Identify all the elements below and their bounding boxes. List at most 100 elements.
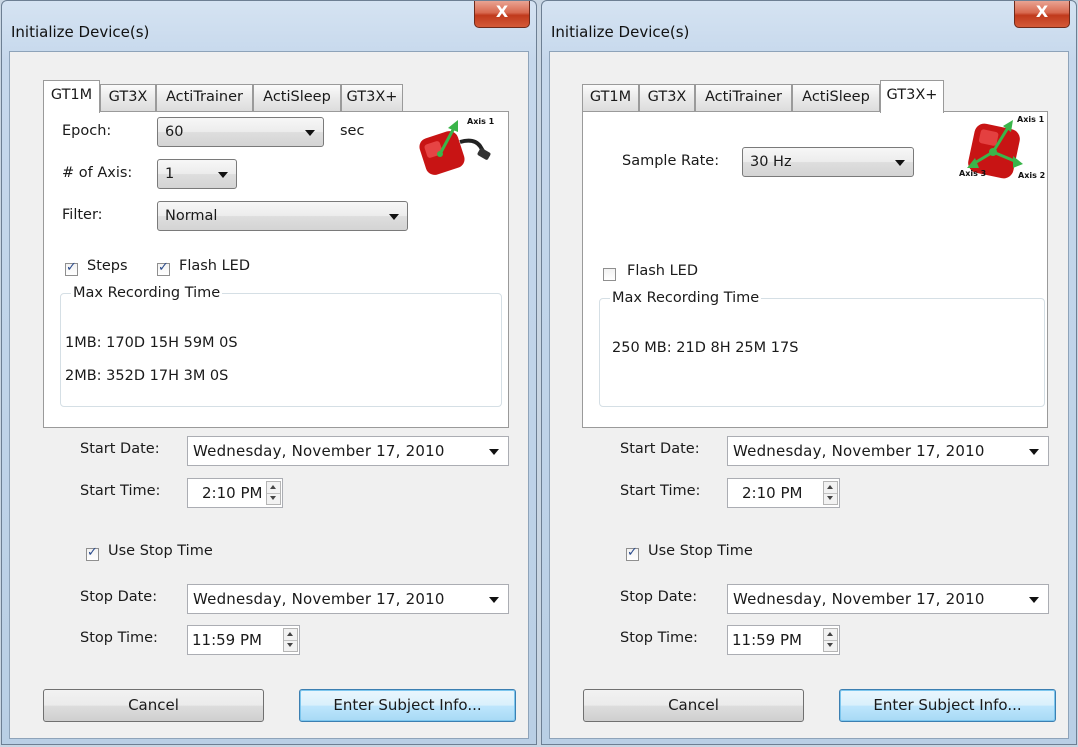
title-bar[interactable]: Initialize Device(s) X: [542, 1, 1076, 51]
axis1-label: Axis 1: [467, 117, 495, 126]
enter-subject-info-button[interactable]: Enter Subject Info...: [839, 689, 1056, 722]
close-icon: X: [1035, 2, 1049, 21]
tab-gt3x[interactable]: GT3X: [639, 84, 695, 111]
start-date-label: Start Date:: [620, 441, 700, 457]
filter-value: Normal: [165, 208, 218, 224]
epoch-value: 60: [165, 124, 184, 140]
dialog-body: GT1M GT3X ActiTrainer ActiSleep GT3X+ Sa…: [549, 51, 1069, 739]
gt1m-settings-panel: Epoch: 60 sec Axis 1 # of Axis: 1 Filter…: [43, 111, 509, 428]
start-date-value: Wednesday, November 17, 2010: [193, 442, 445, 460]
initialize-dialog-gt3x-plus: Initialize Device(s) X GT1M GT3X ActiTra…: [541, 0, 1077, 745]
axis-label: # of Axis:: [62, 165, 133, 181]
axis-value: 1: [165, 166, 175, 182]
flash-led-label: Flash LED: [627, 263, 699, 279]
stop-time-picker[interactable]: 11:59 PM: [727, 625, 840, 655]
stop-date-label: Stop Date:: [620, 589, 698, 605]
max-recording-legend: Max Recording Time: [612, 290, 760, 306]
use-stop-time-checkbox[interactable]: [626, 545, 639, 561]
chevron-down-icon: [218, 172, 228, 178]
tab-gt3x-plus[interactable]: GT3X+: [880, 80, 944, 113]
tab-gt1m[interactable]: GT1M: [43, 80, 100, 113]
gt3x-plus-settings-panel: Sample Rate: 30 Hz Axis 1 Axis 2 Axis 3: [582, 111, 1048, 428]
recording-250mb: 250 MB: 21D 8H 25M 17S: [612, 340, 799, 356]
time-spinner[interactable]: [283, 628, 298, 652]
chevron-down-icon: [305, 130, 315, 136]
sample-rate-value: 30 Hz: [750, 154, 792, 170]
stop-date-picker[interactable]: Wednesday, November 17, 2010: [187, 584, 509, 614]
stop-date-value: Wednesday, November 17, 2010: [193, 590, 445, 608]
recording-1mb: 1MB: 170D 15H 59M 0S: [65, 335, 238, 351]
use-stop-time-label: Use Stop Time: [108, 543, 213, 559]
epoch-label: Epoch:: [62, 123, 112, 139]
stop-time-picker[interactable]: 11:59 PM: [187, 625, 300, 655]
start-date-value: Wednesday, November 17, 2010: [733, 442, 985, 460]
tab-actitrainer[interactable]: ActiTrainer: [156, 84, 253, 111]
spin-down-icon[interactable]: [267, 493, 280, 504]
start-time-label: Start Time:: [80, 483, 161, 499]
axis2-label: Axis 2: [1018, 171, 1045, 180]
stop-time-value: 11:59 PM: [192, 631, 262, 649]
time-spinner[interactable]: [266, 481, 281, 505]
spin-down-icon[interactable]: [824, 640, 837, 651]
start-date-label: Start Date:: [80, 441, 160, 457]
max-recording-group: Max Recording Time 1MB: 170D 15H 59M 0S …: [60, 285, 502, 407]
enter-subject-info-button[interactable]: Enter Subject Info...: [299, 689, 516, 722]
steps-label: Steps: [87, 258, 128, 274]
stop-time-label: Stop Time:: [80, 630, 158, 646]
time-spinner[interactable]: [823, 481, 838, 505]
time-spinner[interactable]: [823, 628, 838, 652]
spin-down-icon[interactable]: [284, 640, 297, 651]
chevron-down-icon: [489, 449, 499, 455]
tab-actisleep[interactable]: ActiSleep: [792, 84, 880, 111]
start-time-picker[interactable]: 2:10 PM: [187, 478, 283, 508]
window-title: Initialize Device(s): [551, 23, 690, 41]
flash-led-label: Flash LED: [179, 258, 251, 274]
start-time-label: Start Time:: [620, 483, 701, 499]
epoch-select[interactable]: 60: [157, 117, 324, 147]
chevron-down-icon: [895, 160, 905, 166]
cancel-button[interactable]: Cancel: [43, 689, 264, 722]
tab-actitrainer[interactable]: ActiTrainer: [695, 84, 792, 111]
initialize-dialog-gt1m: Initialize Device(s) X GT1M GT3X ActiTra…: [1, 0, 537, 745]
close-button[interactable]: X: [474, 1, 530, 28]
max-recording-group: Max Recording Time 250 MB: 21D 8H 25M 17…: [599, 290, 1045, 407]
chevron-down-icon: [1029, 449, 1039, 455]
recording-2mb: 2MB: 352D 17H 3M 0S: [65, 368, 229, 384]
steps-checkbox[interactable]: [65, 260, 78, 276]
start-date-picker[interactable]: Wednesday, November 17, 2010: [727, 436, 1049, 466]
max-recording-legend: Max Recording Time: [73, 285, 221, 301]
dialog-body: GT1M GT3X ActiTrainer ActiSleep GT3X+ Ep…: [9, 51, 529, 739]
flash-led-checkbox[interactable]: [157, 260, 170, 276]
sample-rate-select[interactable]: 30 Hz: [742, 147, 914, 177]
title-bar[interactable]: Initialize Device(s) X: [2, 1, 536, 51]
use-stop-time-checkbox[interactable]: [86, 545, 99, 561]
axis-select[interactable]: 1: [157, 159, 237, 189]
close-button[interactable]: X: [1014, 1, 1070, 28]
stop-date-label: Stop Date:: [80, 589, 158, 605]
chevron-down-icon: [489, 597, 499, 603]
filter-select[interactable]: Normal: [157, 201, 408, 231]
gt1m-device-icon: Axis 1: [419, 117, 495, 175]
cancel-button[interactable]: Cancel: [583, 689, 804, 722]
tab-gt3x-plus[interactable]: GT3X+: [341, 84, 403, 111]
use-stop-time-label: Use Stop Time: [648, 543, 753, 559]
start-time-picker[interactable]: 2:10 PM: [727, 478, 840, 508]
flash-led-checkbox[interactable]: [603, 268, 616, 281]
stop-date-picker[interactable]: Wednesday, November 17, 2010: [727, 584, 1049, 614]
start-time-value: 2:10 PM: [742, 484, 803, 502]
spin-down-icon[interactable]: [824, 493, 837, 504]
window-title: Initialize Device(s): [11, 23, 150, 41]
gt3x-plus-device-icon: Axis 1 Axis 2 Axis 3: [959, 115, 1045, 180]
stop-time-value: 11:59 PM: [732, 631, 802, 649]
tab-gt3x[interactable]: GT3X: [100, 84, 156, 111]
close-icon: X: [495, 2, 509, 21]
chevron-down-icon: [389, 214, 399, 220]
start-date-picker[interactable]: Wednesday, November 17, 2010: [187, 436, 509, 466]
sample-rate-label: Sample Rate:: [622, 153, 720, 169]
filter-label: Filter:: [62, 207, 103, 223]
chevron-down-icon: [1029, 597, 1039, 603]
epoch-unit: sec: [340, 123, 365, 139]
stop-time-label: Stop Time:: [620, 630, 698, 646]
tab-actisleep[interactable]: ActiSleep: [253, 84, 341, 111]
tab-gt1m[interactable]: GT1M: [582, 84, 639, 111]
